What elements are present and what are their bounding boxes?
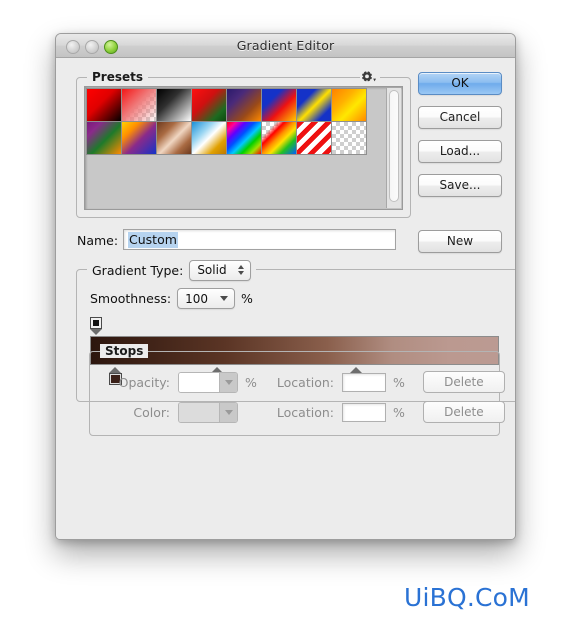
presets-scrollbar[interactable]: [386, 88, 401, 208]
preset-swatch-transparent-rainbow[interactable]: [261, 121, 297, 155]
presets-list[interactable]: [84, 86, 403, 210]
load-button[interactable]: Load...: [418, 140, 502, 163]
new-button[interactable]: New: [418, 230, 502, 253]
preset-swatch-blue-red-yellow[interactable]: [261, 88, 297, 122]
opacity-row: Opacity: % Location: % Delete: [104, 371, 505, 393]
preset-swatch-red-stripes[interactable]: [296, 121, 332, 155]
dialog-body: Presets OK Cancel Load... Save... New Na…: [56, 58, 515, 539]
color-swatch-input[interactable]: [178, 401, 238, 423]
window-titlebar: Gradient Editor: [56, 34, 515, 58]
opacity-stop-square: [90, 317, 102, 329]
preset-swatch-red-black[interactable]: [86, 88, 122, 122]
preset-swatch-blue-white-orange[interactable]: [191, 121, 227, 155]
preset-swatch-black-white[interactable]: [156, 88, 192, 122]
color-row: Color: % Location: % Delete: [104, 401, 505, 423]
preset-swatch-copper[interactable]: [156, 121, 192, 155]
watermark-text: UiBQ.CoM: [404, 583, 530, 612]
color-location-label: Location:: [276, 404, 334, 420]
stops-group-label: Stops: [100, 344, 149, 358]
opacity-location-label: Location:: [276, 374, 334, 390]
up-down-arrows-icon: [235, 262, 248, 279]
color-location-unit: %: [392, 404, 405, 420]
preset-swatch-grid: [86, 88, 376, 155]
preset-swatch-violet-orange[interactable]: [226, 88, 262, 122]
ok-button[interactable]: OK: [418, 72, 502, 95]
window-title: Gradient Editor: [236, 38, 335, 53]
color-label: Color:: [133, 404, 170, 420]
gradient-type-header: Gradient Type: Solid: [87, 259, 256, 281]
gradient-type-select[interactable]: Solid: [189, 259, 251, 281]
opacity-unit: %: [245, 374, 257, 390]
name-label: Name:: [77, 233, 119, 248]
opacity-stop-pointer: [90, 329, 102, 335]
gradient-type-label: Gradient Type:: [92, 262, 184, 278]
opacity-location-input[interactable]: [341, 372, 386, 392]
smoothness-unit: %: [241, 291, 253, 306]
save-button[interactable]: Save...: [418, 174, 502, 197]
color-swatch-value: [179, 402, 219, 422]
stops-group: Stops Opacity: % Location: % Delete Colo…: [89, 344, 505, 436]
opacity-input-value: [179, 372, 219, 392]
preset-swatch-yellow-violet-blue[interactable]: [121, 121, 157, 155]
preset-swatch-spectrum[interactable]: [226, 121, 262, 155]
presets-scrollbar-thumb[interactable]: [389, 90, 399, 202]
smoothness-label: Smoothness:: [90, 291, 172, 306]
presets-group-label: Presets: [87, 70, 149, 84]
chevron-down-icon[interactable]: [219, 372, 237, 392]
color-delete-button[interactable]: Delete: [422, 401, 505, 423]
preset-swatch-blue-yellow-blue[interactable]: [296, 88, 332, 122]
smoothness-value: 100: [185, 291, 208, 306]
cancel-button[interactable]: Cancel: [418, 106, 502, 129]
name-input[interactable]: Custom: [123, 229, 396, 250]
preset-swatch-red-green[interactable]: [191, 88, 227, 122]
gradient-type-value: Solid: [197, 263, 227, 277]
preset-row: [86, 88, 376, 122]
presets-group: Presets: [76, 69, 411, 218]
smoothness-select[interactable]: 100: [177, 288, 235, 309]
color-location-input[interactable]: [341, 402, 386, 422]
opacity-location-unit: %: [392, 374, 405, 390]
smoothness-row: Smoothness: 100 %: [90, 288, 253, 309]
preset-swatch-transparent[interactable]: [331, 121, 367, 155]
gradient-editor-window: Gradient Editor Presets OK Cancel Load..…: [55, 33, 516, 540]
preset-swatch-violet-green-orange[interactable]: [86, 121, 122, 155]
opacity-input[interactable]: [178, 371, 238, 393]
chevron-down-icon: [220, 296, 228, 301]
opacity-stop-left[interactable]: [90, 317, 102, 335]
preset-row: [86, 121, 376, 155]
preset-swatch-red-transparent[interactable]: [121, 88, 157, 122]
gear-icon[interactable]: [360, 69, 380, 85]
preset-swatch-orange-yellow[interactable]: [331, 88, 367, 122]
opacity-label: Opacity:: [118, 374, 170, 390]
chevron-down-icon[interactable]: [219, 402, 237, 422]
name-input-value: Custom: [128, 232, 178, 248]
opacity-delete-button[interactable]: Delete: [422, 371, 505, 393]
